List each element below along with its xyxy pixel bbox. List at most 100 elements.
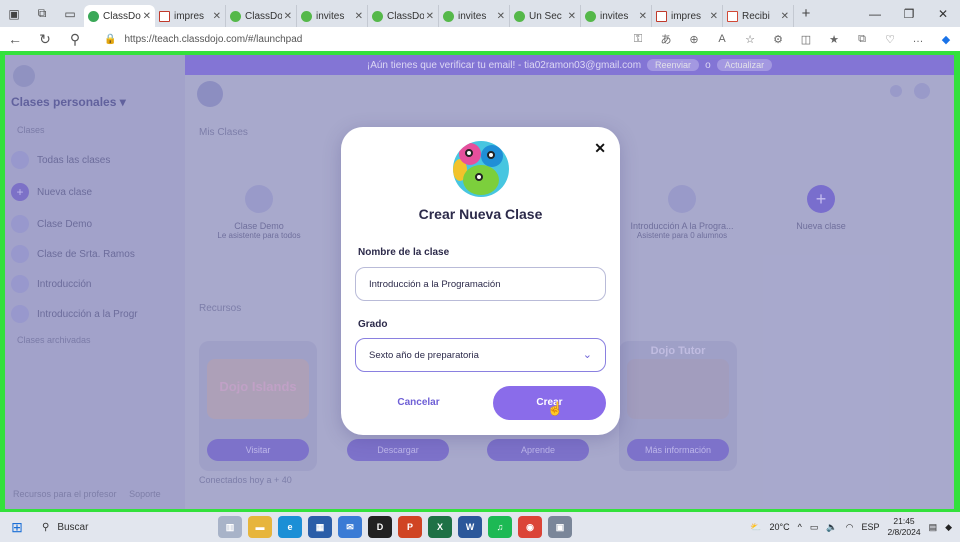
search-icon: ⚲ [42,521,50,533]
close-tab-icon[interactable]: ✕ [639,11,647,22]
browser-tab[interactable]: ClassDo ✕ [84,5,155,27]
mail-icon[interactable]: ✉ [338,516,362,538]
refresh-icon[interactable]: ↻ [30,31,60,48]
store-icon[interactable]: ▦ [308,516,332,538]
spotify-icon[interactable]: ♫ [488,516,512,538]
read-aloud-icon[interactable]: A [708,33,736,45]
more-options-icon[interactable]: … [904,33,932,45]
dojo-monsters-logo [453,141,509,197]
close-window-icon[interactable]: ✕ [926,7,960,21]
copilot-icon[interactable]: ◆ [945,522,952,533]
classdojo-icon [230,10,241,22]
close-tab-icon[interactable]: ✕ [781,11,789,22]
browser-tab[interactable]: impres ✕ [652,5,723,27]
edge-icon[interactable]: e [278,516,302,538]
address-bar: ← ↻ ⚲ 🔒 https://teach.classdojo.com/#/la… [0,27,960,51]
hand-cursor-icon: ☝ [547,401,564,416]
pdf-icon [656,10,667,22]
tab-actions-icon[interactable]: ▭ [56,7,84,21]
classdojo-page: Clases personales ▾ Clases Todas las cla… [5,55,954,509]
show-hidden-icons[interactable]: ^ [798,522,802,532]
key-icon[interactable]: ⚿ [624,33,652,46]
classdojo-icon [372,10,383,22]
class-name-input[interactable]: Introducción a la Programación [355,267,606,301]
page-frame: Clases personales ▾ Clases Todas las cla… [0,51,960,512]
class-name-label: Nombre de la clase [358,247,450,258]
weather-temp[interactable]: 20°C [770,522,790,532]
dell-icon[interactable]: D [368,516,392,538]
close-tab-icon[interactable]: ✕ [284,11,292,22]
powerpoint-icon[interactable]: P [398,516,422,538]
split-screen-icon[interactable]: ◫ [792,33,820,46]
browser-tab[interactable]: Un Sec ✕ [510,5,581,27]
close-tab-icon[interactable]: ✕ [143,11,151,22]
workspaces-icon[interactable]: ⧉ [28,6,56,21]
browser-essentials-icon[interactable]: ♡ [876,33,904,46]
browser-tab[interactable]: invites ✕ [581,5,652,27]
classdojo-icon [514,10,525,22]
file-explorer-icon[interactable]: ▬ [248,516,272,538]
excel-icon[interactable]: X [428,516,452,538]
notifications-icon[interactable]: ▤ [929,522,938,533]
tab-label: ClassDo [387,10,424,22]
extensions-icon[interactable]: ⚙ [764,33,792,46]
classdojo-icon [88,10,99,22]
tab-label: impres [174,10,205,22]
cancel-button[interactable]: Cancelar [381,397,456,408]
search-icon[interactable]: ⚲ [60,31,90,48]
task-view-icon[interactable]: ▥ [218,516,242,538]
wifi-icon[interactable]: ◠ [846,522,854,533]
browser-tab[interactable]: ClassDo ✕ [368,5,439,27]
profile-icon[interactable]: ▣ [0,7,28,21]
back-icon[interactable]: ← [0,31,30,47]
windows-start-icon[interactable]: ⊞ [0,519,34,536]
favorite-star-icon[interactable]: ☆ [736,33,764,46]
close-tab-icon[interactable]: ✕ [426,11,434,22]
clock-time: 21:45 [893,516,915,526]
favorites-icon[interactable]: ★ [820,33,848,46]
browser-tab[interactable]: Recibi ✕ [723,5,794,27]
tab-label: invites [600,10,629,22]
close-tab-icon[interactable]: ✕ [568,11,576,22]
word-icon[interactable]: W [458,516,482,538]
grade-label: Grado [358,319,388,330]
create-class-modal: ✕ Crear Nueva Clase Nombre de la clase I… [341,127,620,435]
tab-label: Recibi [742,10,770,22]
chrome-icon[interactable]: ◉ [518,516,542,538]
clock[interactable]: 21:45 2/8/2024 [887,516,920,538]
maximize-icon[interactable]: ❐ [892,7,926,21]
minimize-icon[interactable]: — [858,7,892,21]
volume-icon[interactable]: 🔈 [826,522,837,533]
collections-icon[interactable]: ⧉ [848,33,876,46]
zoom-icon[interactable]: ⊕ [680,33,708,46]
url-field[interactable]: 🔒 https://teach.classdojo.com/#/launchpa… [90,28,624,50]
translate-icon[interactable]: あ [652,31,680,47]
close-tab-icon[interactable]: ✕ [355,11,363,22]
close-tab-icon[interactable]: ✕ [497,11,505,22]
browser-tab[interactable]: invites ✕ [439,5,510,27]
new-tab-button[interactable]: + [794,5,818,22]
weather-icon[interactable]: ⛅ [750,522,761,533]
browser-tab-bar: ▣ ⧉ ▭ ClassDo ✕ impres ✕ ClassDo ✕ invites ✕ Cla… [0,0,960,27]
taskbar-search[interactable]: ⚲ Buscar [34,516,180,538]
tab-label: impres [671,10,702,22]
browser-tab[interactable]: invites ✕ [297,5,368,27]
battery-icon[interactable]: ▭ [810,522,819,533]
pdf-icon [159,10,170,22]
app-icon[interactable]: ▣ [548,516,572,538]
classdojo-icon [301,10,312,22]
close-tab-icon[interactable]: ✕ [710,11,718,22]
tab-label: invites [316,10,345,22]
grade-select[interactable]: Sexto año de preparatoria ⌄ [355,338,606,372]
close-tab-icon[interactable]: ✕ [213,11,221,22]
gmail-icon [727,10,738,22]
modal-title: Crear Nueva Clase [418,206,543,222]
tab-label: Un Sec [529,10,562,22]
clock-date: 2/8/2024 [887,527,921,537]
tab-label: invites [458,10,487,22]
language-indicator[interactable]: ESP [861,522,879,532]
close-icon[interactable]: ✕ [594,140,606,157]
copilot-icon[interactable]: ◆ [932,33,960,46]
browser-tab[interactable]: ClassDo ✕ [226,5,297,27]
browser-tab[interactable]: impres ✕ [155,5,226,27]
